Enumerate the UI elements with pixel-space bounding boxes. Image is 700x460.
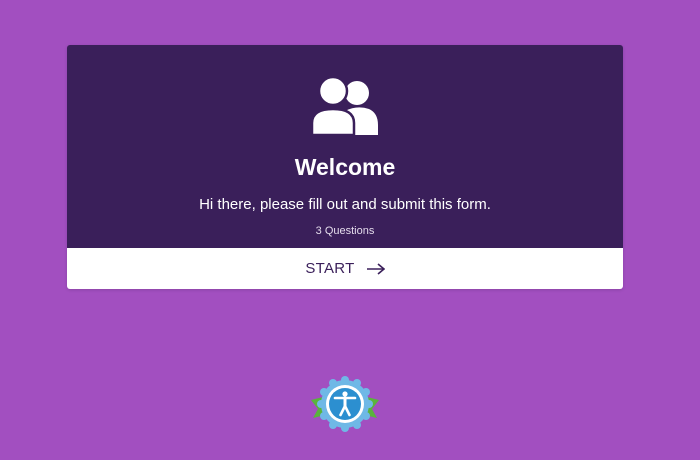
welcome-message: Hi there, please fill out and submit thi… bbox=[199, 196, 491, 213]
start-button-label: START bbox=[305, 260, 355, 277]
welcome-card: Welcome Hi there, please fill out and su… bbox=[67, 45, 623, 289]
question-count: 3 Questions bbox=[315, 225, 375, 237]
users-icon bbox=[311, 77, 378, 137]
welcome-title: Welcome bbox=[294, 154, 396, 180]
arrow-right-icon bbox=[366, 262, 385, 275]
start-button[interactable]: START bbox=[67, 248, 623, 289]
accessibility-icon[interactable] bbox=[309, 376, 381, 432]
welcome-header: Welcome Hi there, please fill out and su… bbox=[67, 45, 623, 248]
